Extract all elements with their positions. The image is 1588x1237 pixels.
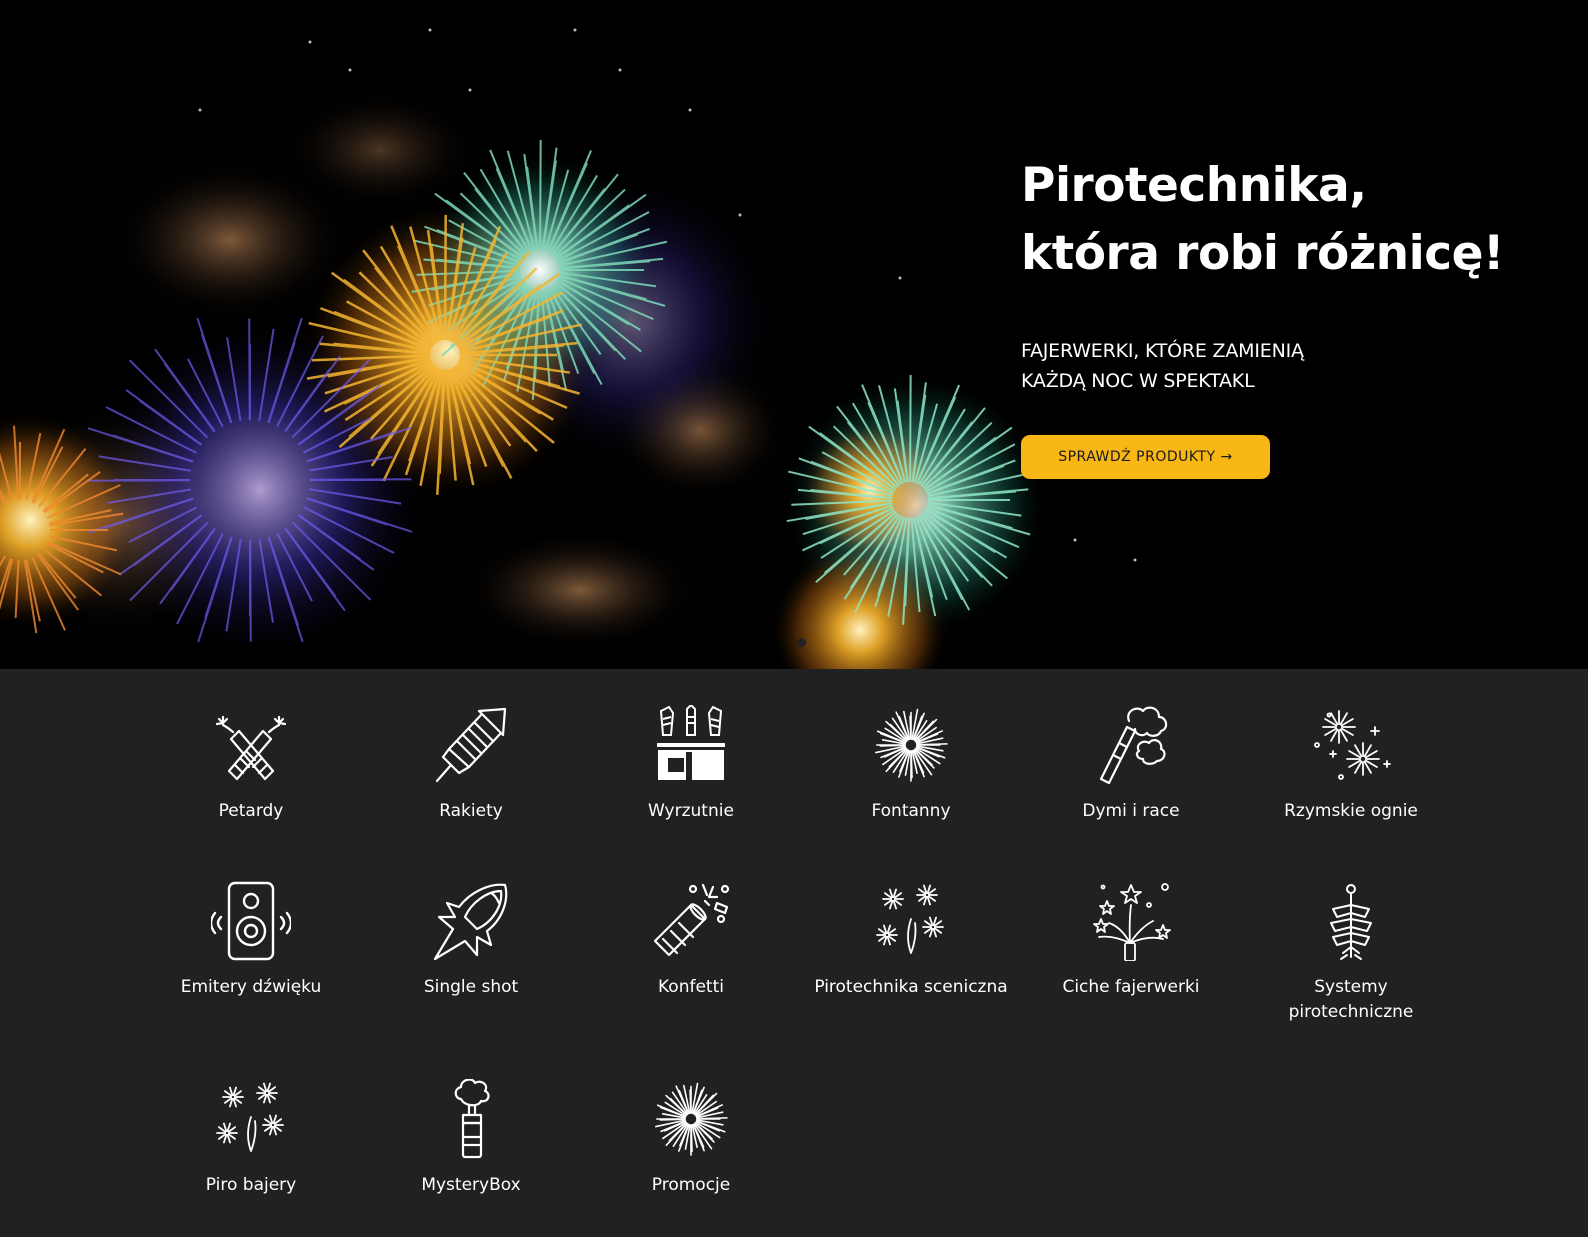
firecrackers-icon bbox=[215, 715, 287, 781]
hero-subtitle-line-1: FAJERWERKI, KTÓRE ZAMIENIĄ bbox=[1021, 340, 1304, 362]
firing-system-icon bbox=[1330, 884, 1372, 960]
category-rakiety[interactable]: Rakiety bbox=[361, 705, 581, 824]
category-label-line-1: Systemy bbox=[1314, 977, 1388, 997]
category-label: Emitery dźwięku bbox=[180, 977, 322, 997]
hero-banner: Pirotechnika, która robi różnicę! FAJERW… bbox=[0, 0, 1588, 669]
category-label-multiline: Systemy pirotechniczne bbox=[1241, 975, 1461, 1025]
confetti-cannon-icon bbox=[653, 883, 730, 957]
category-pirotechnika-sceniczna[interactable]: Pirotechnika sceniczna bbox=[801, 881, 1021, 1000]
category-label: Single shot bbox=[423, 977, 519, 997]
stage-sparklers-icon bbox=[876, 884, 944, 954]
fountain-burst-icon bbox=[875, 708, 948, 782]
category-label: Petardy bbox=[218, 801, 284, 821]
category-ciche-fajerwerki[interactable]: Ciche fajerwerki bbox=[1021, 881, 1241, 1000]
category-label: Piro bajery bbox=[205, 1175, 297, 1195]
category-single-shot[interactable]: Single shot bbox=[361, 881, 581, 1000]
category-piro-bajery[interactable]: Piro bajery bbox=[141, 1079, 361, 1198]
comet-shot-icon bbox=[433, 883, 508, 961]
category-label: Wyrzutnie bbox=[648, 801, 734, 821]
category-emitery-dzwieku[interactable]: Emitery dźwięku bbox=[141, 881, 361, 1000]
speaker-icon bbox=[211, 881, 291, 961]
hero-title: Pirotechnika, która robi różnicę! bbox=[1021, 152, 1541, 288]
roman-candle-sparkles-icon bbox=[1314, 710, 1391, 780]
rocket-icon bbox=[435, 707, 507, 783]
category-label: Fontanny bbox=[871, 801, 951, 821]
category-dymi-i-race[interactable]: Dymi i race bbox=[1021, 705, 1241, 824]
category-label: Rzymskie ognie bbox=[1284, 801, 1418, 821]
category-label-line-2: pirotechniczne bbox=[1288, 1002, 1414, 1022]
mystery-box-icon bbox=[454, 1079, 490, 1159]
quiet-fireworks-icon bbox=[1093, 883, 1171, 961]
hero-text-block: Pirotechnika, która robi różnicę! FAJERW… bbox=[1021, 152, 1541, 479]
category-label: Promocje bbox=[651, 1175, 731, 1195]
category-label: Ciche fajerwerki bbox=[1062, 977, 1200, 997]
hero-title-line-2: która robi różnicę! bbox=[1021, 226, 1504, 281]
category-fontanny[interactable]: Fontanny bbox=[801, 705, 1021, 824]
category-petardy[interactable]: Petardy bbox=[141, 705, 361, 824]
slider-dot[interactable] bbox=[797, 638, 806, 647]
category-label: Dymi i race bbox=[1082, 801, 1180, 821]
category-grid: Petardy Rakiety Wyrzutnie Fontanny Dymi … bbox=[0, 669, 1588, 1237]
category-konfetti[interactable]: Konfetti bbox=[581, 881, 801, 1000]
category-rzymskie-ognie[interactable]: Rzymskie ognie bbox=[1241, 705, 1461, 824]
category-label: Rakiety bbox=[439, 801, 503, 821]
smoke-flare-icon bbox=[1099, 706, 1168, 785]
category-systemy-pirotechniczne[interactable]: Systemy pirotechniczne bbox=[1241, 881, 1461, 1025]
hero-subtitle: FAJERWERKI, KTÓRE ZAMIENIĄ KAŻDĄ NOC W S… bbox=[1021, 336, 1541, 396]
category-label: MysteryBox bbox=[421, 1175, 521, 1195]
category-label: Pirotechnika sceniczna bbox=[814, 977, 1008, 997]
burst-icon bbox=[655, 1082, 728, 1156]
check-products-button[interactable]: SPRAWDŹ PRODUKTY → bbox=[1021, 435, 1270, 479]
category-label: Konfetti bbox=[658, 977, 724, 997]
launcher-box-icon bbox=[657, 705, 725, 780]
category-promocje[interactable]: Promocje bbox=[581, 1079, 801, 1198]
sparkles-icon bbox=[216, 1082, 284, 1152]
category-wyrzutnie[interactable]: Wyrzutnie bbox=[581, 705, 801, 824]
hero-subtitle-line-2: KAŻDĄ NOC W SPEKTAKL bbox=[1021, 370, 1255, 392]
hero-title-line-1: Pirotechnika, bbox=[1021, 158, 1367, 213]
category-mysterybox[interactable]: MysteryBox bbox=[361, 1079, 581, 1198]
